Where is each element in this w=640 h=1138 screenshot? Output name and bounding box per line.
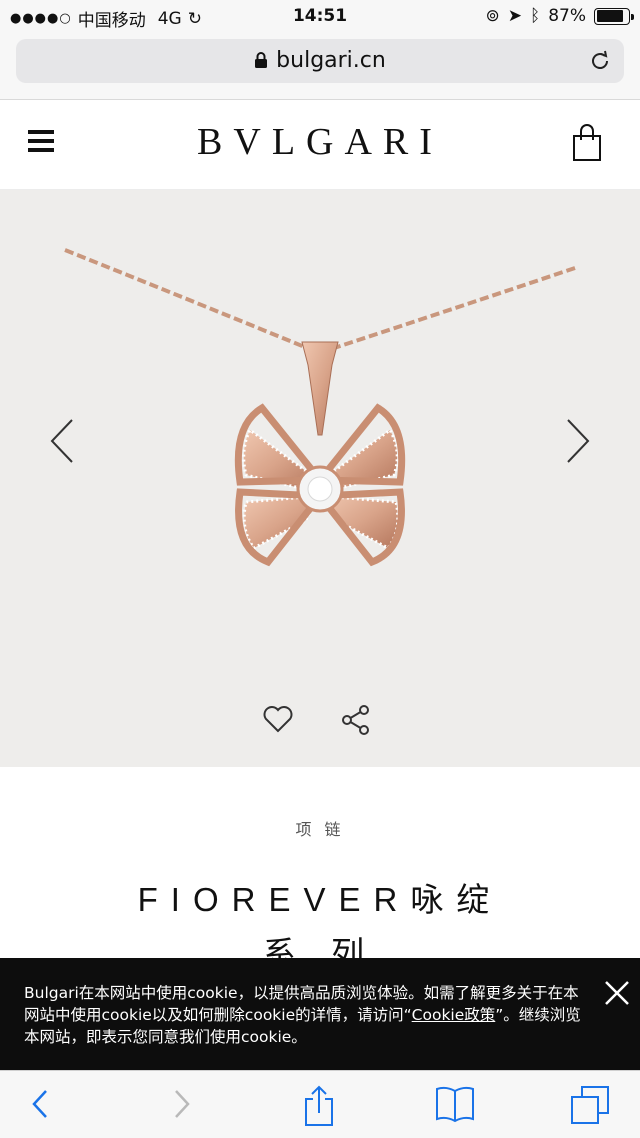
cookie-policy-link[interactable]: Cookie政策 <box>412 1006 496 1024</box>
chevron-right-icon[interactable] <box>564 418 592 464</box>
lock-icon <box>255 52 268 68</box>
url-display[interactable]: bulgari.cn <box>16 48 624 73</box>
status-bar: ●●●●○ 中国移动 4G ↻ 14:51 ⊚ ➤ ᛒ 87% <box>0 0 640 34</box>
browser-toolbar <box>0 1070 640 1138</box>
rotation-lock-icon: ⊚ <box>485 6 500 26</box>
bluetooth-icon: ᛒ <box>530 6 541 26</box>
bookmarks-icon[interactable] <box>434 1085 476 1123</box>
location-icon: ➤ <box>507 6 522 26</box>
reload-icon[interactable] <box>588 49 612 73</box>
heart-icon[interactable] <box>262 704 294 734</box>
share-icon[interactable] <box>340 704 372 736</box>
battery-percent: 87% <box>548 6 586 26</box>
share-upload-icon[interactable] <box>302 1085 336 1127</box>
brand-logo[interactable]: BVLGARI <box>0 120 640 164</box>
chevron-left-icon[interactable] <box>48 418 76 464</box>
product-title-line1: FIOREVER咏绽 <box>137 881 503 918</box>
url-text: bulgari.cn <box>276 48 386 73</box>
necklace-image <box>64 248 576 567</box>
close-icon[interactable] <box>602 978 632 1008</box>
battery-fill <box>596 10 624 22</box>
address-bar[interactable]: bulgari.cn <box>16 39 624 83</box>
product-image-carousel[interactable] <box>0 190 640 767</box>
cookie-banner: Bulgari在本网站中使用cookie，以提供高品质浏览体验。如需了解更多关于… <box>0 958 640 1070</box>
site-header: BVLGARI <box>0 100 640 190</box>
browser-address-area: bulgari.cn <box>0 34 640 100</box>
product-category: 项 链 <box>295 820 345 839</box>
status-right: ⊚ ➤ ᛒ 87% <box>485 6 634 26</box>
back-icon[interactable] <box>28 1085 52 1123</box>
battery-icon <box>594 7 634 25</box>
tabs-icon[interactable] <box>570 1085 610 1125</box>
forward-icon[interactable] <box>170 1085 194 1123</box>
shopping-bag-icon[interactable] <box>572 124 602 162</box>
